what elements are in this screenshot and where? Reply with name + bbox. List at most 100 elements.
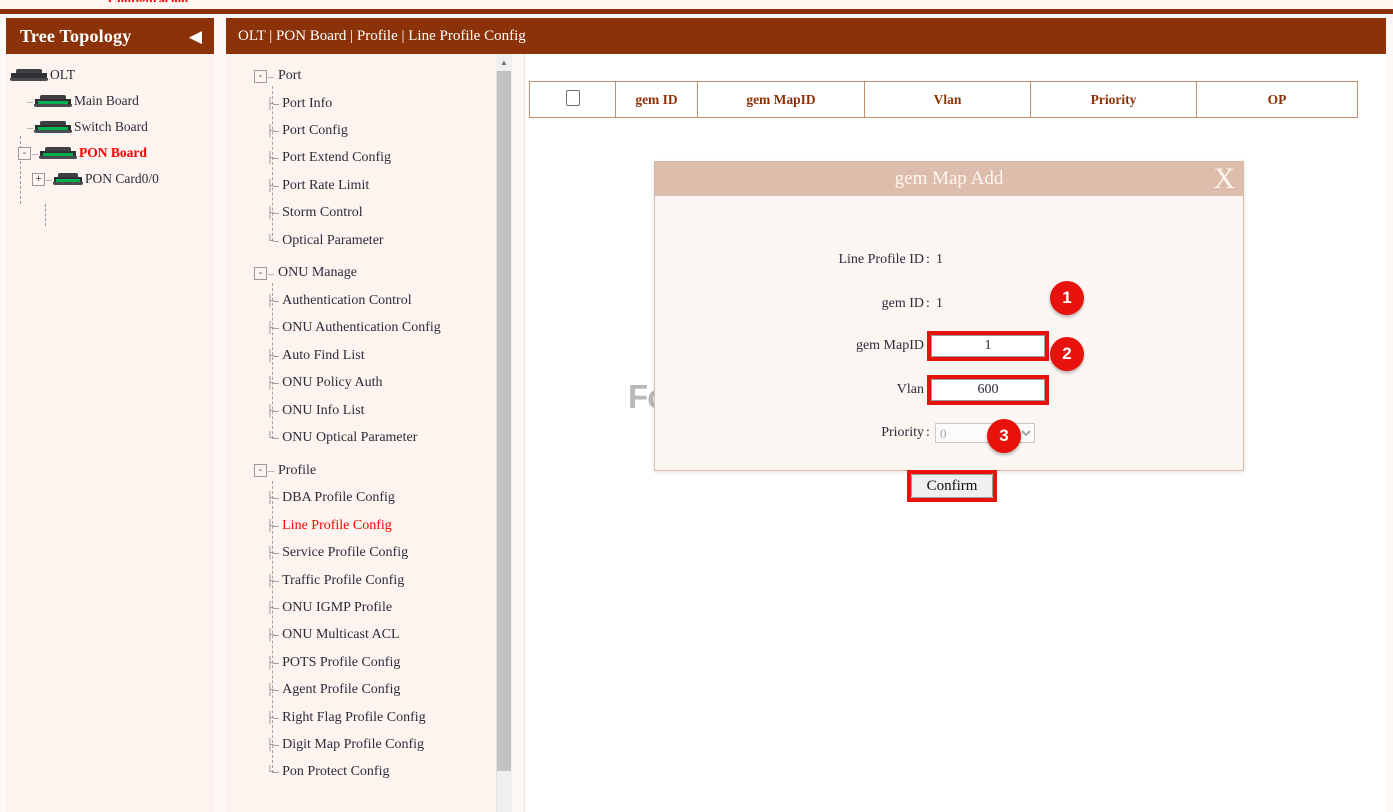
dialog-title: gem Map Add (895, 168, 1004, 190)
gem-id-label: gem ID (882, 296, 924, 312)
nav-item-label: Pon Protect Config (282, 764, 389, 780)
device-board-icon (34, 94, 72, 108)
nav-item-label: Digit Map Profile Config (282, 737, 424, 753)
tree-branch-dash: – (268, 266, 274, 281)
tree-branch-dash: └-- (266, 235, 278, 247)
tree-branch-dash: ├-- (266, 350, 278, 362)
tree-node-pon-card[interactable]: + – PON Card0/0 (6, 166, 214, 192)
tree-node-label: Switch Board (74, 119, 148, 135)
tree-branch-dash: ├-- (266, 377, 278, 389)
field-colon: : (926, 252, 930, 268)
nav-item-port-extend-config[interactable]: ├--Port Extend Config (240, 145, 512, 172)
nav-group-label: ONU Manage (278, 265, 357, 281)
nav-item-port-rate-limit[interactable]: ├--Port Rate Limit (240, 172, 512, 199)
nav-group-header-onu-manage[interactable]: - – ONU Manage (240, 259, 512, 287)
select-all-checkbox[interactable] (566, 90, 580, 106)
nav-item-label: ONU IGMP Profile (282, 600, 392, 616)
tree-collapse-toggle-icon[interactable]: - (18, 147, 31, 160)
table-header-op: OP (1197, 82, 1358, 118)
nav-item-service-profile-config[interactable]: ├--Service Profile Config (240, 539, 512, 566)
nav-scrollbar[interactable]: ▲ (496, 54, 512, 812)
tree-branch-dash: ├-- (266, 739, 278, 751)
table-header-select (530, 82, 616, 118)
close-icon[interactable]: X (1213, 162, 1235, 196)
field-row-line-profile-id: Line Profile ID : 1 (655, 250, 1245, 270)
nav-item-onu-policy-auth[interactable]: ├--ONU Policy Auth (240, 370, 512, 397)
breadcrumb: OLT | PON Board | Profile | Line Profile… (238, 28, 526, 45)
field-row-gem-id: gem ID : 1 (655, 294, 1245, 314)
nav-item-port-info[interactable]: ├--Port Info (240, 90, 512, 117)
tree-node-label: Main Board (74, 93, 139, 109)
nav-item-label: Port Rate Limit (282, 178, 369, 194)
tree-node-olt[interactable]: OLT (6, 62, 214, 88)
nav-item-onu-authentication-config[interactable]: ├--ONU Authentication Config (240, 315, 512, 342)
tree-node-pon-board[interactable]: - – PON Board (6, 140, 214, 166)
tree-node-label: PON Board (79, 145, 147, 161)
field-row-vlan: Vlan : (655, 378, 1245, 402)
tree-branch-dash: – (32, 146, 38, 161)
tree-branch-dash: ├-- (266, 405, 278, 417)
nav-group-header-port[interactable]: - – Port (240, 62, 512, 90)
confirm-button[interactable]: Confirm (911, 474, 993, 498)
dialog-title-bar: gem Map Add X (655, 162, 1243, 196)
tree-branch-dash: – (46, 172, 52, 187)
app-root: Configuración Tree Topology ◀ OLT – Main… (0, 0, 1393, 812)
nav-item-pots-profile-config[interactable]: ├--POTS Profile Config (240, 649, 512, 676)
nav-item-onu-igmp-profile[interactable]: ├--ONU IGMP Profile (240, 594, 512, 621)
device-card-icon (53, 172, 83, 186)
annotation-badge-3: 3 (987, 419, 1021, 453)
nav-item-onu-optical-parameter[interactable]: └--ONU Optical Parameter (240, 424, 512, 451)
nav-group-onu-manage: - – ONU Manage ├--Authentication Control… (240, 259, 512, 451)
nav-item-label: Storm Control (282, 205, 363, 221)
gem-map-add-dialog: gem Map Add X Line Profile ID : 1 gem ID… (654, 161, 1244, 471)
tree-branch-dash: └-- (266, 766, 278, 778)
tree-collapse-toggle-icon[interactable]: - (254, 267, 267, 280)
scroll-up-arrow-icon[interactable]: ▲ (496, 54, 512, 70)
tree-expand-toggle-icon[interactable]: + (32, 173, 45, 186)
tree-branch-dash: ├-- (266, 207, 278, 219)
triangle-left-icon[interactable]: ◀ (189, 28, 202, 45)
tree-branch-dash: ├-- (266, 629, 278, 641)
tree-node-switch-board[interactable]: – Switch Board (6, 114, 214, 140)
tree-branch-dash: ├-- (266, 492, 278, 504)
nav-group-label: Profile (278, 463, 316, 479)
gem-id-value: 1 (936, 296, 943, 312)
nav-item-auto-find-list[interactable]: ├--Auto Find List (240, 342, 512, 369)
nav-item-storm-control[interactable]: ├-- Storm Control (240, 200, 512, 227)
nav-item-port-config[interactable]: ├-- Port Config (240, 117, 512, 144)
tree-branch-dash: ├-- (266, 125, 278, 137)
nav-item-onu-info-list[interactable]: ├--ONU Info List (240, 397, 512, 424)
nav-item-dba-profile-config[interactable]: ├--DBA Profile Config (240, 485, 512, 512)
nav-item-right-flag-profile-config[interactable]: ├--Right Flag Profile Config (240, 704, 512, 731)
tree-branch-dash: ├-- (266, 98, 278, 110)
nav-item-label: Port Config (282, 123, 348, 139)
gem-mapid-input[interactable] (931, 335, 1045, 357)
nav-item-pon-protect-config[interactable]: └-- Pon Protect Config (240, 759, 512, 786)
tree-branch-dash: ├-- (266, 152, 278, 164)
vlan-input[interactable] (931, 379, 1045, 401)
tree-node-main-board[interactable]: – Main Board (6, 88, 214, 114)
tree-collapse-toggle-icon[interactable]: - (254, 464, 267, 477)
nav-item-agent-profile-config[interactable]: ├--Agent Profile Config (240, 676, 512, 703)
nav-item-label: Optical Parameter (282, 233, 383, 249)
table-header-gem-id: gem ID (616, 82, 698, 118)
nav-item-authentication-control[interactable]: ├--Authentication Control (240, 287, 512, 314)
nav-item-onu-multicast-acl[interactable]: ├-- ONU Multicast ACL (240, 622, 512, 649)
gem-mapid-label: gem MapID (856, 338, 924, 354)
table-header-vlan: Vlan (865, 82, 1031, 118)
nav-item-optical-parameter[interactable]: └-- Optical Parameter (240, 227, 512, 254)
table-header-gem-mapid: gem MapID (698, 82, 865, 118)
line-profile-id-label: Line Profile ID (838, 252, 924, 268)
tree-topology-body: OLT – Main Board – Switch Board - – (6, 54, 214, 812)
nav-item-label: Agent Profile Config (282, 682, 400, 698)
nav-item-traffic-profile-config[interactable]: ├--Traffic Profile Config (240, 567, 512, 594)
tree-branch-dash: – (27, 120, 33, 135)
nav-item-line-profile-config[interactable]: ├--Line Profile Config (240, 512, 512, 539)
nav-scrollbar-thumb[interactable] (497, 71, 511, 771)
nav-item-label: ONU Multicast ACL (282, 627, 399, 643)
nav-item-digit-map-profile-config[interactable]: ├-- Digit Map Profile Config (240, 731, 512, 758)
tree-collapse-toggle-icon[interactable]: - (254, 70, 267, 83)
navigation-panel: - – Port ├--Port Info ├-- Port Config ├--… (226, 54, 512, 812)
tree-branch-dash: ├-- (266, 712, 278, 724)
nav-group-header-profile[interactable]: - – Profile (240, 457, 512, 485)
